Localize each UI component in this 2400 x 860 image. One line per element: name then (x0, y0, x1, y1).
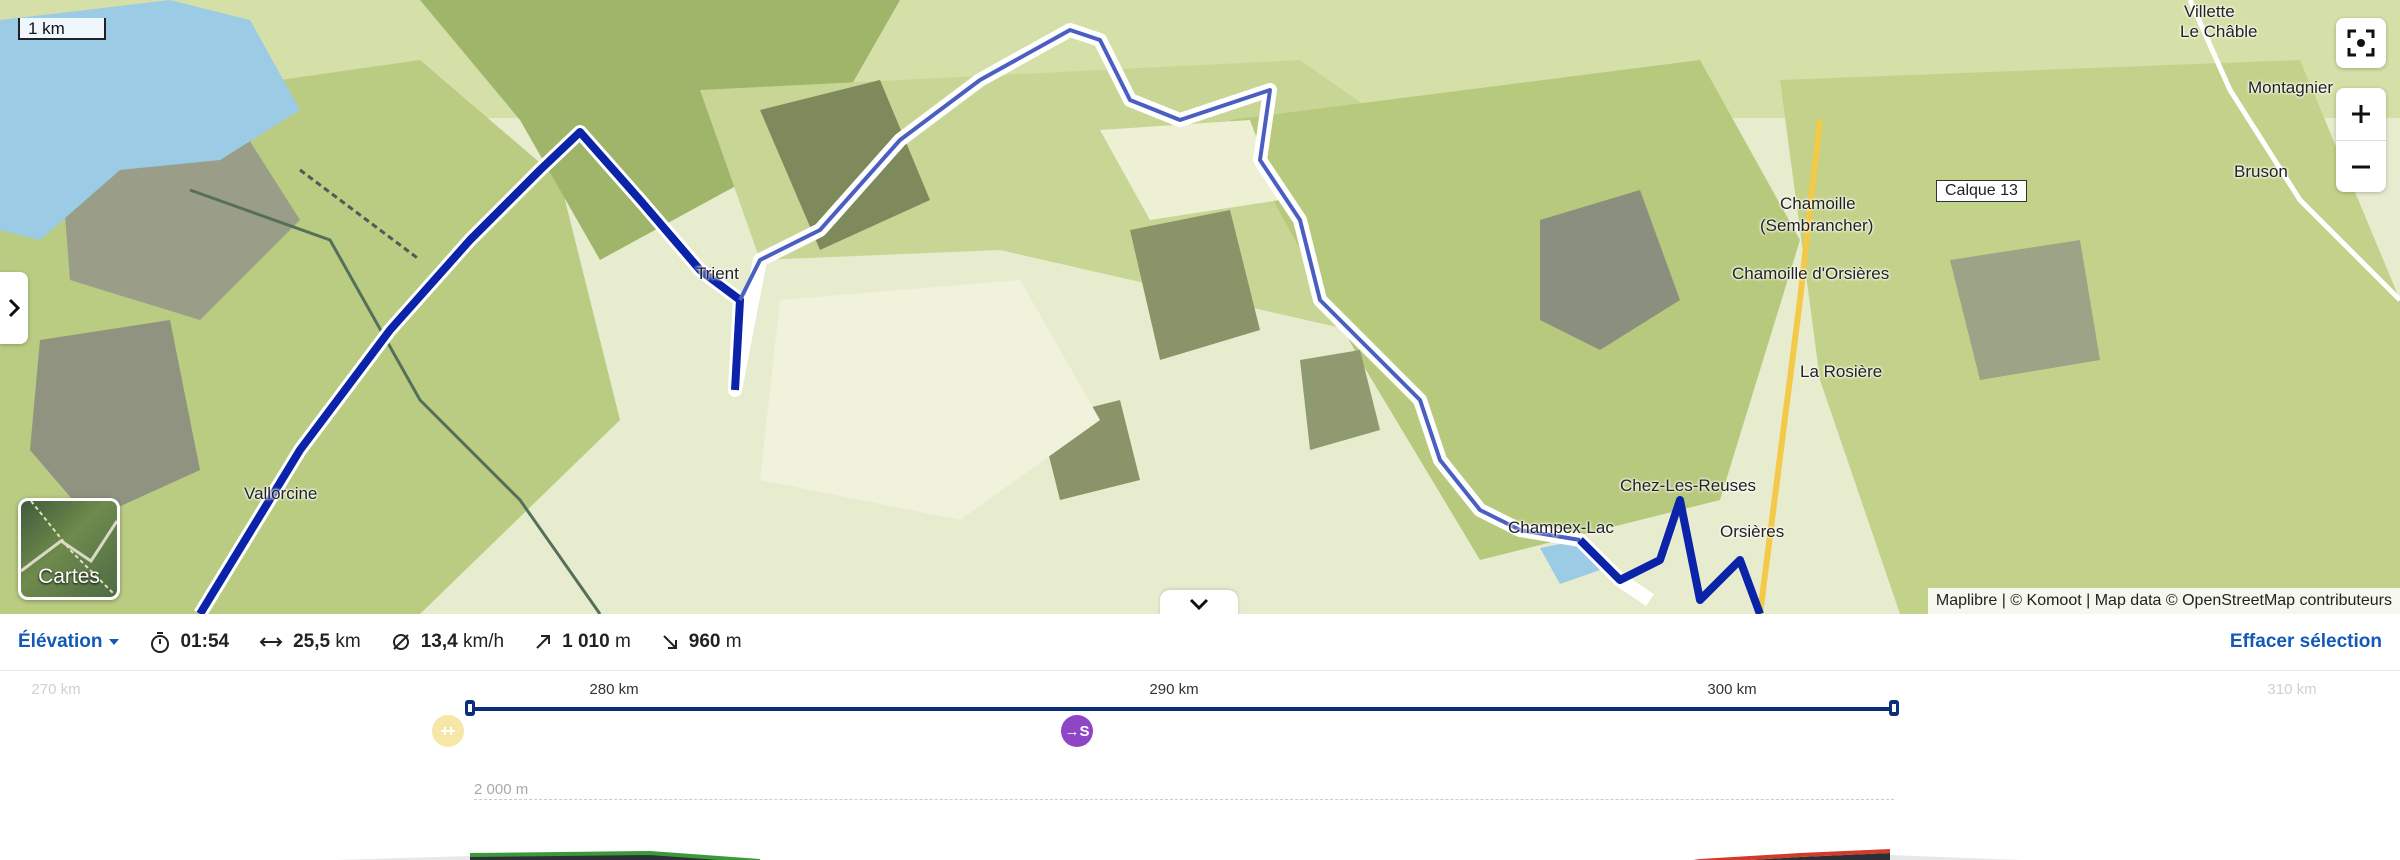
selection-start-handle[interactable] (465, 700, 475, 716)
locate-button[interactable] (2336, 18, 2386, 68)
arrow-up-right-icon (536, 635, 551, 649)
zoom-out-button[interactable] (2336, 140, 2386, 193)
sidebar-toggle-button[interactable] (0, 272, 28, 344)
distance-arrows-icon (259, 637, 283, 647)
place-label: Chamoille (1780, 194, 1856, 213)
chevron-down-icon (1189, 598, 1209, 611)
collapse-map-button[interactable] (1160, 590, 1238, 614)
duration-value: 01:54 (180, 631, 230, 652)
waypoint-icon (441, 727, 455, 735)
place-label: Chez-Les-Reuses (1620, 476, 1757, 495)
caret-down-icon (109, 639, 120, 645)
map-layers-button[interactable]: Cartes (18, 498, 120, 600)
elevation-dropdown-label: Élévation (18, 631, 103, 652)
ascent-stat: 1 010 m (534, 631, 631, 653)
plus-icon (2352, 105, 2370, 123)
elevation-profile[interactable]: 270 km 280 km 290 km 300 km 310 km →S 2 … (0, 671, 2400, 860)
speed-unit: km/h (462, 631, 505, 652)
ascent-unit: m (614, 631, 631, 652)
distance-value: 25,5 (293, 631, 331, 652)
zoom-controls (2336, 88, 2386, 192)
chevron-right-icon (8, 298, 21, 318)
stats-bar: Élévation 01:54 25,5 km 13,4 km/h 1 010 … (0, 614, 2400, 671)
layer-label: Calque 13 (1936, 180, 2027, 202)
clear-selection-button[interactable]: Effacer sélection (2230, 631, 2382, 653)
descent-value: 960 (688, 631, 721, 652)
km-tick: 280 km (589, 681, 639, 698)
locate-icon (2347, 29, 2375, 57)
average-speed-icon (392, 634, 409, 650)
ascent-value: 1 010 (562, 631, 610, 652)
speed-value: 13,4 (420, 631, 458, 652)
km-tick: 310 km (2267, 681, 2317, 698)
arrow-down-right-icon (663, 635, 677, 649)
place-label: Montagnier (2248, 78, 2334, 97)
place-label: Le Châble (2180, 22, 2258, 41)
place-label: Bruson (2234, 162, 2288, 181)
selection-range-bar[interactable] (470, 707, 1898, 711)
place-label: Vallorcine (244, 484, 318, 503)
place-label: Villette (2184, 2, 2235, 21)
map-canvas[interactable]: 1 km Villette Le Châble Montagnier Bruso… (0, 0, 2400, 614)
elevation-area (334, 849, 2022, 860)
place-label: (Sembrancher) (1760, 216, 1874, 235)
altitude-gridline (474, 799, 1894, 800)
altitude-label: 2 000 m (474, 781, 529, 798)
km-tick: 300 km (1707, 681, 1757, 698)
place-label: Champex-Lac (1508, 518, 1614, 537)
place-label: Chamoille d'Orsières (1732, 264, 1890, 283)
descent-unit: m (725, 631, 742, 652)
descent-stat: 960 m (661, 631, 742, 653)
waypoint-marker[interactable] (432, 715, 464, 747)
selection-end-handle[interactable] (1889, 700, 1899, 716)
map-layers-label: Cartes (38, 565, 100, 588)
speed-stat: 13,4 km/h (391, 631, 504, 653)
zoom-in-button[interactable] (2336, 88, 2386, 140)
terrain-layer (0, 0, 2400, 614)
distance-stat: 25,5 km (259, 631, 361, 653)
map-attribution[interactable]: Maplibre | © Komoot | Map data © OpenStr… (1927, 588, 2400, 614)
duration-stat: 01:54 (150, 631, 229, 653)
km-tick: 270 km (31, 681, 81, 698)
stopwatch-icon (151, 632, 170, 653)
distance-unit: km (335, 631, 361, 652)
minus-icon (2352, 165, 2370, 169)
place-label: Trient (696, 264, 739, 283)
place-label: La Rosière (1800, 362, 1883, 381)
map-scale: 1 km (18, 18, 106, 40)
km-tick: 290 km (1149, 681, 1199, 698)
surface-marker[interactable]: →S (1061, 715, 1093, 747)
elevation-dropdown[interactable]: Élévation (18, 631, 120, 653)
place-label: Orsières (1720, 522, 1785, 541)
